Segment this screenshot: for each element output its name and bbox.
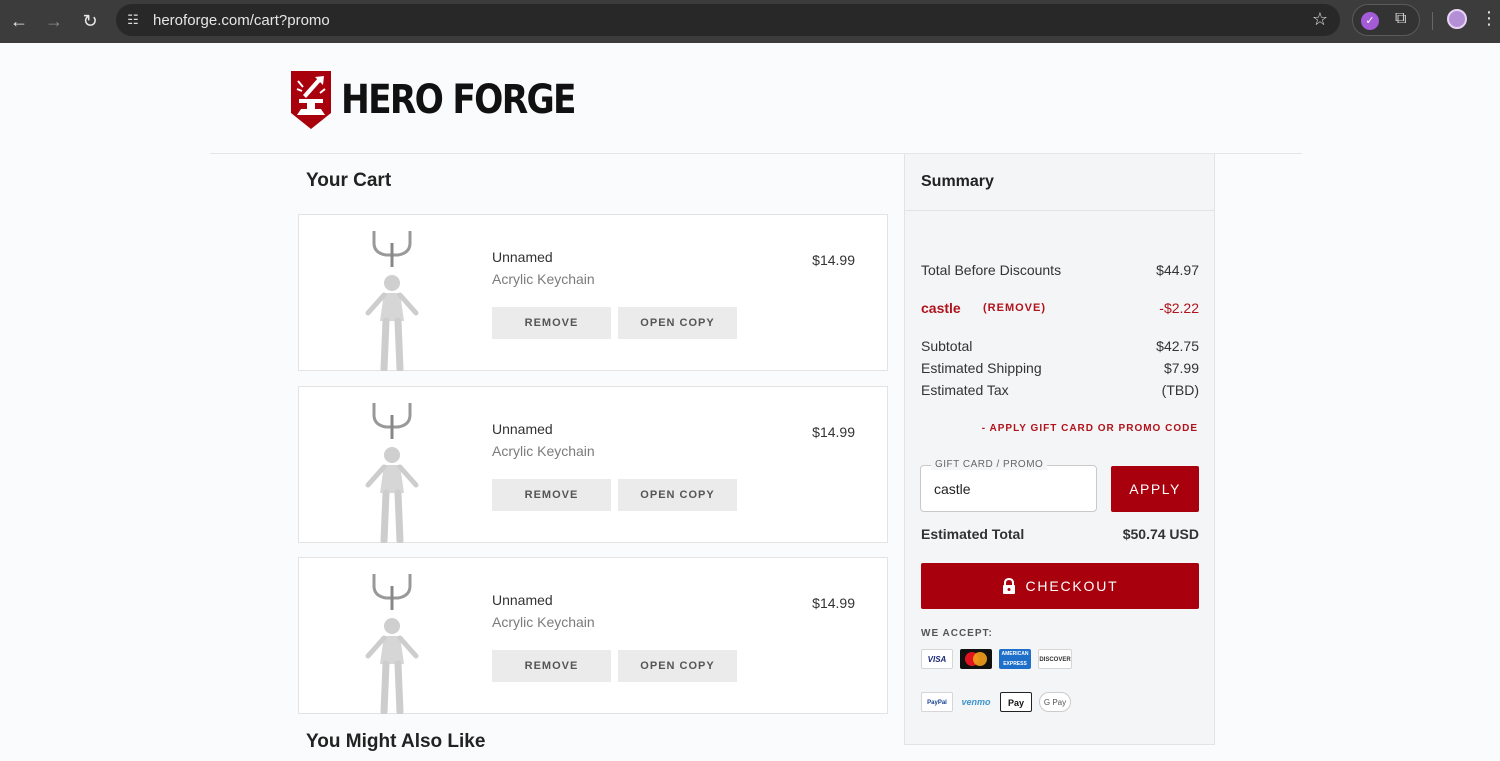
shipping-value: $7.99 xyxy=(1163,360,1199,376)
bookmark-star-icon[interactable]: ☆ xyxy=(1312,9,1328,30)
subtotal-row: Subtotal $42.75 xyxy=(921,338,1199,354)
tax-row: Estimated Tax (TBD) xyxy=(921,382,1199,398)
forward-icon[interactable]: → xyxy=(42,9,66,33)
extensions-area: ✓ ⧉ xyxy=(1352,4,1420,36)
promo-discount-value: -$2.22 xyxy=(1159,300,1199,316)
address-bar[interactable]: ☷ heroforge.com/cart?promo ☆ xyxy=(116,4,1340,36)
open-copy-button[interactable]: OPEN COPY xyxy=(618,650,737,682)
subtotal-label: Subtotal xyxy=(921,338,973,354)
item-price: $14.99 xyxy=(812,595,855,611)
keychain-figure-image xyxy=(365,403,419,543)
total-before-discounts-label: Total Before Discounts xyxy=(921,262,1062,278)
remove-button[interactable]: REMOVE xyxy=(492,650,611,682)
order-summary-panel: Summary Total Before Discounts $44.97 ca… xyxy=(904,154,1215,745)
amex-icon: AMERICAN EXPRESS xyxy=(999,649,1031,669)
shipping-label: Estimated Shipping xyxy=(921,360,1042,376)
hero-forge-logo[interactable]: HERO FORGE xyxy=(289,69,613,131)
cart-title: Your Cart xyxy=(306,170,392,191)
subtotal-value: $42.75 xyxy=(1156,338,1199,354)
open-copy-button[interactable]: OPEN COPY xyxy=(618,307,737,339)
item-type: Acrylic Keychain xyxy=(492,443,595,459)
item-type: Acrylic Keychain xyxy=(492,271,595,287)
summary-divider xyxy=(905,210,1214,211)
browser-toolbar: ← → ↻ ☷ heroforge.com/cart?promo ☆ ✓ ⧉ ⋮ xyxy=(0,0,1500,43)
promo-discount-row: castle (REMOVE) -$2.22 xyxy=(921,300,1199,316)
anvil-shield-icon xyxy=(291,71,331,129)
checkout-button[interactable]: CHECKOUT xyxy=(921,563,1199,609)
you-might-also-like-title: You Might Also Like xyxy=(306,731,486,752)
back-icon[interactable]: ← xyxy=(7,9,31,33)
estimated-total-value: $50.74 USD xyxy=(1122,526,1199,542)
estimated-total-row: Estimated Total $50.74 USD xyxy=(921,526,1199,542)
profile-avatar[interactable] xyxy=(1447,9,1467,29)
promo-code-field: GIFT CARD / PROMO xyxy=(920,459,1097,512)
venmo-icon: venmo xyxy=(961,697,991,707)
url-text[interactable]: heroforge.com/cart?promo xyxy=(153,12,330,29)
cart-item: Unnamed Acrylic Keychain $14.99 REMOVE O… xyxy=(298,386,888,543)
remove-button[interactable]: REMOVE xyxy=(492,307,611,339)
discover-icon: DISCOVER xyxy=(1038,649,1072,669)
remove-button[interactable]: REMOVE xyxy=(492,479,611,511)
we-accept-label: WE ACCEPT: xyxy=(921,628,993,639)
mastercard-icon xyxy=(960,649,992,669)
remove-promo-link[interactable]: (REMOVE) xyxy=(983,302,1046,314)
tax-value: (TBD) xyxy=(1161,382,1199,398)
keychain-figure-image xyxy=(365,231,419,371)
item-price: $14.99 xyxy=(812,424,855,440)
visa-icon: VISA xyxy=(921,649,953,669)
estimated-total-label: Estimated Total xyxy=(921,526,1025,542)
cart-item: Unnamed Acrylic Keychain $14.99 REMOVE O… xyxy=(298,214,888,371)
total-before-discounts-value: $44.97 xyxy=(1156,262,1199,278)
reload-icon[interactable]: ↻ xyxy=(78,9,102,33)
browser-menu-icon[interactable]: ⋮ xyxy=(1480,8,1498,29)
promo-code-label: castle xyxy=(921,300,961,316)
paypal-icon: PayPal xyxy=(921,692,953,712)
item-price: $14.99 xyxy=(812,252,855,268)
shipping-row: Estimated Shipping $7.99 xyxy=(921,360,1199,376)
promo-code-input[interactable] xyxy=(934,481,1084,497)
item-type: Acrylic Keychain xyxy=(492,614,595,630)
toolbar-divider xyxy=(1432,12,1433,30)
promo-field-label: GIFT CARD / PROMO xyxy=(931,459,1048,470)
apple-pay-icon: Pay xyxy=(1000,692,1032,712)
item-name: Unnamed xyxy=(492,421,553,437)
item-name: Unnamed xyxy=(492,249,553,265)
total-before-discounts-row: Total Before Discounts $44.97 xyxy=(921,262,1199,278)
lock-icon xyxy=(1002,578,1015,594)
tax-label: Estimated Tax xyxy=(921,382,1009,398)
item-name: Unnamed xyxy=(492,592,553,608)
apply-gift-card-link[interactable]: - APPLY GIFT CARD OR PROMO CODE xyxy=(982,423,1198,434)
brand-wordmark: HERO FORGE xyxy=(341,77,576,123)
apply-button[interactable]: APPLY xyxy=(1111,466,1199,512)
site-settings-icon[interactable]: ☷ xyxy=(124,11,142,29)
cart-item: Unnamed Acrylic Keychain $14.99 REMOVE O… xyxy=(298,557,888,714)
keychain-figure-image xyxy=(365,574,419,714)
google-pay-icon: G Pay xyxy=(1039,692,1071,712)
checkout-label: CHECKOUT xyxy=(1025,578,1119,594)
extension-icon[interactable]: ✓ xyxy=(1361,12,1379,30)
puzzle-icon[interactable]: ⧉ xyxy=(1395,10,1406,28)
open-copy-button[interactable]: OPEN COPY xyxy=(618,479,737,511)
summary-title: Summary xyxy=(921,173,994,190)
